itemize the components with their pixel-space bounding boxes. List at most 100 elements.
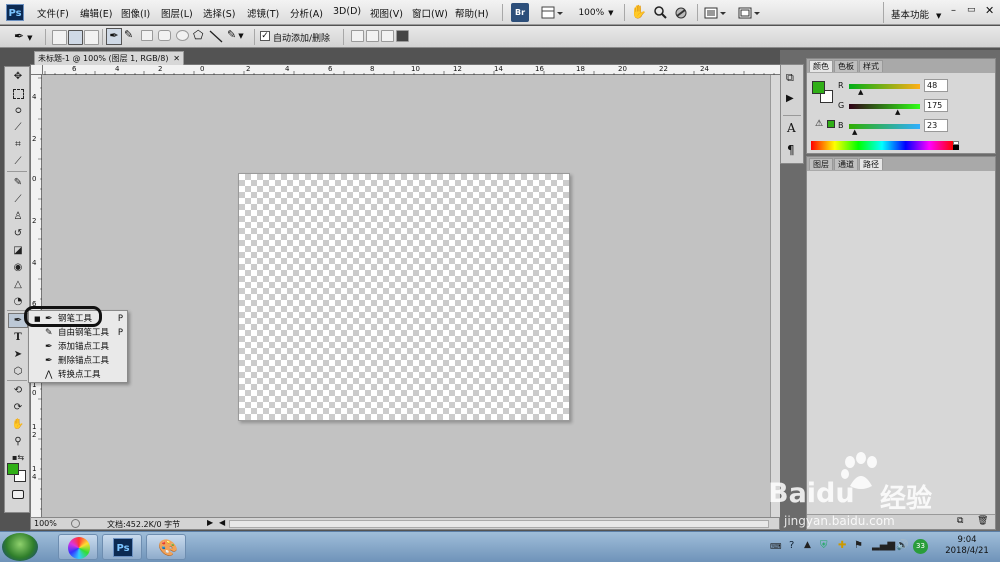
- history-panel-icon[interactable]: ⧉: [786, 71, 794, 85]
- auto-add-delete-checkbox[interactable]: ✓: [260, 31, 270, 41]
- input-r[interactable]: 48: [924, 79, 948, 92]
- tray-volume-icon[interactable]: 🔊: [896, 540, 908, 551]
- slider-b[interactable]: [849, 124, 920, 129]
- zoom-tool-button[interactable]: [651, 3, 669, 22]
- menu-file[interactable]: 文件(F): [37, 6, 69, 20]
- menu-select[interactable]: 选择(S): [203, 6, 235, 20]
- path-add-icon[interactable]: [351, 30, 364, 42]
- clone-stamp-tool-icon[interactable]: ♙: [8, 209, 28, 224]
- type-tool-icon[interactable]: T: [8, 330, 28, 345]
- minimize-icon[interactable]: –: [951, 5, 956, 16]
- paragraph-panel-icon[interactable]: ¶: [787, 143, 795, 157]
- flyout-item-convert-point[interactable]: ⋀ 转换点工具: [29, 368, 129, 382]
- history-brush-tool-icon[interactable]: ↺: [8, 226, 28, 241]
- fill-pixels-button[interactable]: [84, 30, 99, 45]
- start-button-icon[interactable]: [2, 533, 38, 561]
- scroll-left-icon[interactable]: ◀: [219, 518, 225, 527]
- rotate-view-button[interactable]: [672, 3, 690, 22]
- paint-bucket-tool-icon[interactable]: ◉: [8, 260, 28, 275]
- menu-3d[interactable]: 3D(D): [333, 6, 361, 17]
- rectangle-shape-icon[interactable]: [141, 30, 153, 41]
- path-exclude-icon[interactable]: [396, 30, 409, 42]
- ellipse-shape-icon[interactable]: [176, 30, 189, 41]
- view-extras-button[interactable]: [539, 3, 565, 22]
- hand-tool-icon[interactable]: ✋: [8, 417, 28, 432]
- line-shape-icon[interactable]: [209, 30, 223, 43]
- tab-swatches[interactable]: 色板: [834, 60, 858, 72]
- path-subtract-icon[interactable]: [366, 30, 379, 42]
- foreground-color-swatch[interactable]: [7, 463, 19, 475]
- slider-thumb-icon[interactable]: ▲: [852, 128, 857, 136]
- vertical-ruler[interactable]: 4 2 0 2 4 6 8 1 0 1 2 1 4: [31, 75, 42, 517]
- slider-g[interactable]: [849, 104, 920, 109]
- tab-layers[interactable]: 图层: [809, 158, 833, 170]
- menu-filter[interactable]: 滤镜(T): [247, 6, 279, 20]
- quick-mask-icon[interactable]: [8, 487, 28, 502]
- eraser-tool-icon[interactable]: ◪: [8, 243, 28, 258]
- tray-update-icon[interactable]: ✚: [838, 540, 846, 551]
- taskbar-color-app[interactable]: [58, 534, 98, 560]
- document-tab[interactable]: 未标题-1 @ 100% (图层 1, RGB/8) ✕: [34, 51, 184, 65]
- shape-layers-button[interactable]: [52, 30, 67, 45]
- flyout-item-delete-anchor[interactable]: ✒ 删除锚点工具: [29, 354, 129, 368]
- menu-help[interactable]: 帮助(H): [455, 6, 489, 20]
- arrange-documents-button[interactable]: [703, 3, 729, 22]
- menu-image[interactable]: 图像(I): [121, 6, 150, 20]
- tab-paths[interactable]: 路径: [859, 158, 883, 170]
- menu-analysis[interactable]: 分析(A): [290, 6, 323, 20]
- brush-tool-icon[interactable]: ⟋: [8, 192, 28, 207]
- menu-layer[interactable]: 图层(L): [161, 6, 193, 20]
- tray-notification-badge[interactable]: 33: [913, 539, 928, 554]
- taskbar-paint[interactable]: 🎨: [146, 534, 186, 560]
- pen-tool-option-icon[interactable]: ✒: [106, 28, 122, 45]
- status-menu-arrow-icon[interactable]: ▶: [207, 518, 213, 527]
- close-icon[interactable]: ✕: [173, 52, 180, 65]
- path-intersect-icon[interactable]: [381, 30, 394, 42]
- slider-thumb-icon[interactable]: ▲: [858, 88, 863, 96]
- color-foreground-swatch[interactable]: [812, 81, 825, 94]
- tray-action-center-icon[interactable]: ⚑: [854, 540, 863, 551]
- paths-mode-button[interactable]: [68, 30, 83, 45]
- lasso-tool-icon[interactable]: ഠ: [8, 103, 28, 118]
- tool-preset-picker[interactable]: ✒ ▼: [14, 29, 32, 43]
- screen-mode-button[interactable]: [737, 3, 763, 22]
- zoom-tool-icon[interactable]: ⚲: [8, 434, 28, 449]
- eyedropper-tool-icon[interactable]: ⟋: [8, 154, 28, 169]
- status-zoom[interactable]: 100%: [34, 519, 57, 528]
- document-canvas[interactable]: [238, 173, 570, 421]
- zoom-level-select[interactable]: 100% ▼: [572, 3, 620, 22]
- launch-bridge-button[interactable]: Br: [511, 3, 529, 22]
- custom-shape-tool-icon[interactable]: ⬡: [8, 364, 28, 379]
- input-b[interactable]: 23: [924, 119, 948, 132]
- slider-thumb-icon[interactable]: ▲: [895, 108, 900, 116]
- tray-keyboard-icon[interactable]: ⌨: [770, 542, 782, 551]
- hand-tool-icon[interactable]: ✋: [630, 3, 648, 22]
- tab-styles[interactable]: 样式: [859, 60, 883, 72]
- healing-brush-tool-icon[interactable]: ✎: [8, 175, 28, 190]
- gamut-color-swatch[interactable]: [827, 120, 835, 128]
- tab-channels[interactable]: 通道: [834, 158, 858, 170]
- freeform-pen-option-icon[interactable]: ✎: [124, 28, 133, 41]
- workspace-switcher[interactable]: 基本功能 ▼: [891, 7, 941, 21]
- blur-tool-icon[interactable]: △: [8, 277, 28, 292]
- ruler-origin[interactable]: [31, 65, 43, 75]
- crop-tool-icon[interactable]: ⌗: [8, 137, 28, 152]
- input-g[interactable]: 175: [924, 99, 948, 112]
- polygon-shape-icon[interactable]: ⬠: [193, 28, 203, 42]
- character-panel-icon[interactable]: A: [787, 121, 796, 135]
- 3d-rotate-tool-icon[interactable]: ⟲: [8, 383, 28, 398]
- status-info-icon[interactable]: [71, 519, 80, 528]
- menu-edit[interactable]: 编辑(E): [80, 6, 112, 20]
- taskbar-clock[interactable]: 9:04 2018/4/21: [937, 535, 997, 557]
- flyout-item-freeform-pen[interactable]: ✎ 自由钢笔工具 P: [29, 326, 129, 340]
- tray-network-icon[interactable]: ▂▄▆: [872, 540, 895, 551]
- 3d-orbit-tool-icon[interactable]: ⟳: [8, 400, 28, 415]
- horizontal-scrollbar[interactable]: [229, 520, 769, 528]
- custom-shape-picker[interactable]: ✎ ▼: [227, 28, 244, 41]
- tray-expand-icon[interactable]: ▲: [804, 540, 811, 550]
- tab-color[interactable]: 颜色: [809, 60, 833, 72]
- move-tool-icon[interactable]: ✥: [8, 69, 28, 84]
- menu-window[interactable]: 窗口(W): [412, 6, 448, 20]
- dodge-tool-icon[interactable]: ◔: [8, 294, 28, 309]
- restore-icon[interactable]: ▭: [967, 5, 976, 15]
